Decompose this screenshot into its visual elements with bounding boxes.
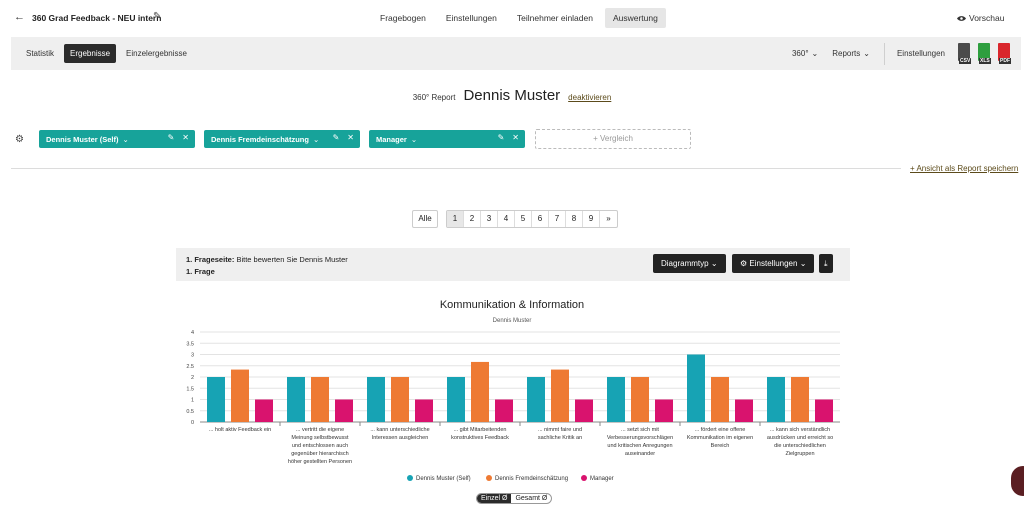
bar	[791, 377, 809, 422]
average-toggle: Einzel Ø Gesamt Ø	[476, 493, 553, 504]
bar	[447, 377, 465, 422]
bar	[767, 377, 785, 422]
y-tick-label: 2.5	[186, 364, 194, 370]
legend-marker	[407, 475, 413, 481]
x-tick-label: ... vertritt die eigene Meinung selbstbew…	[288, 427, 352, 465]
y-tick-label: 2	[191, 375, 194, 381]
y-tick-label: 0	[191, 420, 194, 426]
toggle-gesamt[interactable]: Gesamt Ø	[511, 494, 551, 503]
bar	[231, 369, 249, 422]
y-tick-label: 3.5	[186, 341, 194, 347]
bar	[287, 377, 305, 422]
x-tick-label: ... kann sich verständlich ausdrücken und…	[767, 427, 833, 457]
x-tick-label: ... nimmt faire und sachliche Kritik an	[538, 427, 582, 441]
bar	[575, 399, 593, 422]
legend-marker	[486, 475, 492, 481]
bar	[631, 377, 649, 422]
bar	[415, 399, 433, 422]
y-tick-label: 3	[191, 353, 194, 359]
bar-chart: 0 0.5 1 1.5 2 2.5 3 3.5 4 ... holt aktiv Feedback…	[186, 330, 840, 482]
bar	[255, 399, 273, 422]
bar	[527, 377, 545, 422]
bar	[495, 399, 513, 422]
legend-label: Dennis Fremdeinschätzung	[495, 476, 568, 482]
bar	[735, 399, 753, 422]
bar	[687, 354, 705, 422]
bar	[391, 377, 409, 422]
bar	[551, 369, 569, 422]
chat-button[interactable]	[1011, 466, 1024, 496]
bar	[367, 377, 385, 422]
bar	[335, 399, 353, 422]
legend-label: Dennis Muster (Self)	[416, 476, 471, 482]
bar	[471, 361, 489, 422]
legend-marker	[581, 475, 587, 481]
y-tick-label: 4	[191, 330, 194, 336]
x-tick-label: ... setzt sich mit Verbesserungsvorschläg…	[607, 427, 673, 457]
bar	[311, 377, 329, 422]
bar	[207, 377, 225, 422]
toggle-einzel[interactable]: Einzel Ø	[477, 494, 512, 503]
y-tick-label: 1.5	[186, 386, 194, 392]
bar	[607, 377, 625, 422]
legend-label: Manager	[590, 476, 614, 482]
bar	[655, 399, 673, 422]
x-tick-label: ... gibt Mitarbeitenden konstruktives Fee…	[451, 427, 509, 441]
bar	[815, 399, 833, 422]
x-tick-label: ... kann unterschiedliche Interessen ausg…	[370, 427, 429, 441]
x-tick-label: ... fördert eine offene Kommunikation im …	[687, 427, 753, 449]
x-tick-label: ... holt aktiv Feedback ein	[209, 427, 271, 433]
bar	[711, 377, 729, 422]
y-tick-label: 1	[191, 398, 194, 404]
y-tick-label: 0.5	[186, 409, 194, 415]
